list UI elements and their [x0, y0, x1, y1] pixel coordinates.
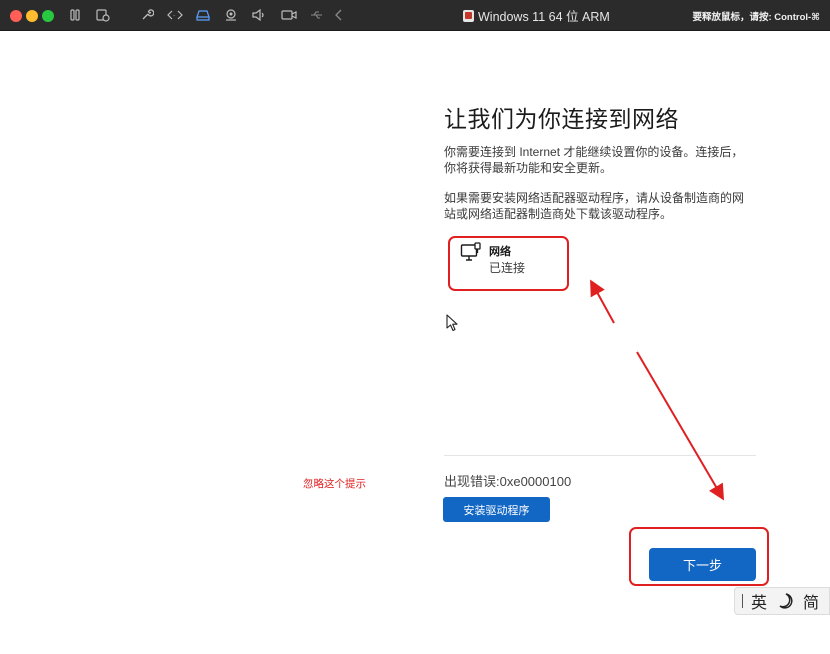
mouse-cursor-icon — [446, 314, 458, 332]
driver-description: 如果需要安装网络适配器驱动程序，请从设备制造商的网站或网络适配器制造商处下载该驱… — [444, 191, 745, 221]
pause-icon[interactable] — [66, 7, 84, 23]
ime-script-toggle[interactable]: 简 — [803, 589, 819, 613]
install-driver-button[interactable]: 安装驱动程序 — [443, 497, 550, 522]
network-list-item[interactable]: 网络 已连接 — [458, 240, 558, 280]
sound-icon[interactable] — [250, 7, 268, 23]
usb-icon[interactable] — [308, 7, 326, 23]
moon-icon[interactable] — [777, 592, 793, 610]
ime-toolbar: 英 简 — [734, 587, 830, 615]
network-name: 网络 — [489, 246, 511, 258]
svg-text:·: · — [173, 12, 175, 20]
error-message: 出现错误:0xe0000100 — [444, 474, 572, 489]
mouse-release-hint: 要释放鼠标，请按: Control-⌘ — [692, 12, 820, 23]
code-icon[interactable]: · — [166, 7, 184, 23]
settings-wrench-icon[interactable] — [138, 7, 156, 23]
wired-network-icon — [460, 242, 482, 264]
window-title-text: Windows 11 64 位 ARM — [478, 10, 610, 24]
back-chevron-icon[interactable] — [330, 7, 348, 23]
drive-icon[interactable] — [194, 7, 212, 23]
annotation-arrow-down — [636, 351, 725, 501]
page-title: 让我们为你连接到网络 — [444, 106, 679, 132]
video-icon[interactable] — [280, 7, 298, 23]
ime-drag-handle[interactable] — [742, 594, 743, 608]
ime-mode-toggle[interactable]: 英 — [751, 589, 767, 613]
close-window-button[interactable] — [10, 10, 22, 22]
vm-logo-icon — [463, 9, 474, 22]
section-divider — [444, 455, 756, 456]
next-button[interactable]: 下一步 — [649, 548, 756, 581]
window-titlebar: · Windows 11 64 位 ARM 要释放鼠标，请按: Control-… — [0, 0, 830, 31]
window-title: Windows 11 64 位 ARM — [463, 7, 610, 24]
annotation-arrow-up — [590, 279, 615, 324]
annotation-note: 忽略这个提示 — [303, 478, 366, 490]
minimize-window-button[interactable] — [26, 10, 38, 22]
camera-icon[interactable] — [222, 7, 240, 23]
zoom-window-button[interactable] — [42, 10, 54, 22]
network-status: 已连接 — [489, 261, 526, 275]
connect-description: 你需要连接到 Internet 才能继续设置你的设备。连接后，你将获得最新功能和… — [444, 145, 744, 175]
snapshot-icon[interactable] — [94, 7, 112, 23]
